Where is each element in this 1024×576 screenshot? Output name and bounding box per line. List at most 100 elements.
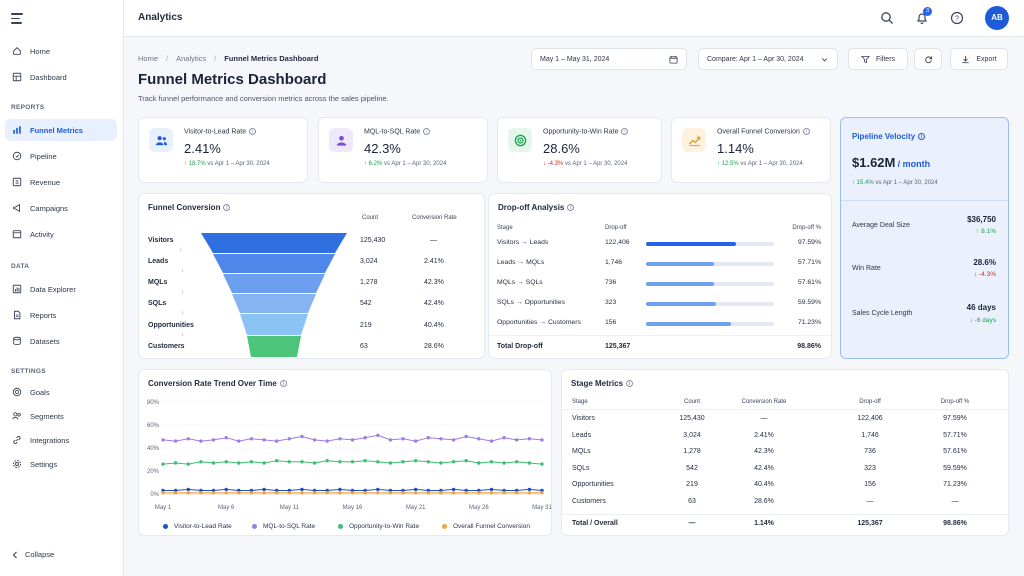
- data-point: [237, 491, 241, 495]
- sidebar-item-activity[interactable]: Activity: [5, 223, 117, 245]
- card-title: Stage Metrics i: [571, 379, 634, 388]
- legend-item[interactable]: Opportunity-to-Win Rate: [338, 523, 419, 530]
- sidebar-item-home[interactable]: Home: [5, 40, 117, 62]
- sidebar-item-funnel-metrics[interactable]: Funnel Metrics: [5, 119, 117, 141]
- funnel-count: 542: [360, 300, 372, 307]
- data-point: [350, 438, 355, 442]
- dropoff-bar-fill: [646, 322, 731, 326]
- x-tick-label: May 26: [469, 505, 489, 511]
- x-tick-label: May 21: [406, 505, 426, 511]
- info-icon[interactable]: i: [223, 204, 231, 212]
- total-dropoff-pct: 98.86%: [797, 343, 821, 350]
- dropoff-count: 736: [605, 279, 617, 286]
- velocity-title: Pipeline Velocity i: [852, 132, 926, 141]
- svg-text:$: $: [15, 180, 19, 186]
- search-icon[interactable]: [880, 11, 894, 25]
- info-icon[interactable]: i: [423, 128, 431, 135]
- info-icon[interactable]: i: [626, 380, 634, 388]
- dropoff-pct: 97.59%: [797, 239, 821, 246]
- table-cell: —: [760, 415, 768, 422]
- table-cell: SQLs: [572, 464, 590, 472]
- metric-label: Average Deal Size: [852, 222, 910, 229]
- table-cell: 71.23%: [943, 481, 967, 489]
- info-icon[interactable]: i: [249, 128, 257, 135]
- dashboard-icon: [12, 72, 22, 82]
- data-point: [363, 459, 367, 463]
- legend-item[interactable]: Overall Funnel Conversion: [442, 523, 530, 530]
- data-point: [249, 437, 254, 441]
- velocity-unit: / month: [897, 159, 931, 169]
- total-dropoff-label: Total Drop-off: [497, 343, 543, 350]
- sidebar-item-goals[interactable]: Goals: [5, 381, 117, 403]
- sidebar-item-label: Revenue: [30, 177, 61, 187]
- data-point: [376, 460, 380, 464]
- info-icon[interactable]: i: [567, 204, 575, 212]
- table-cell: 122,406: [857, 415, 883, 422]
- data-point: [300, 434, 304, 439]
- sidebar-item-pipeline[interactable]: Pipeline: [5, 145, 117, 167]
- column-header: Conversion Rate: [741, 399, 787, 405]
- legend-swatch: [252, 524, 257, 529]
- kpi-icon-box: [329, 128, 353, 152]
- y-tick-label: 80%: [147, 400, 160, 406]
- data-point: [451, 491, 456, 495]
- export-button[interactable]: Export: [950, 48, 1008, 70]
- sidebar-item-integrations[interactable]: Integrations: [5, 429, 117, 451]
- total-cell: Total / Overall: [572, 520, 618, 527]
- data-point: [439, 437, 443, 441]
- info-icon[interactable]: i: [918, 133, 926, 141]
- sidebar-item-label: Pipeline: [30, 151, 57, 161]
- velocity-value: $1.62M: [852, 155, 896, 170]
- kpi-icon-box: [682, 128, 706, 152]
- help-icon[interactable]: ?: [950, 11, 964, 25]
- data-point: [211, 461, 216, 465]
- dropoff-stage: SQLs → Opportunities: [497, 299, 565, 306]
- column-header: Count: [683, 399, 700, 405]
- kpi-value: 1.14%: [717, 141, 754, 156]
- data-point: [186, 437, 190, 441]
- date-range-picker[interactable]: May 1 – May 31, 2024: [531, 48, 687, 70]
- sidebar-item-dashboard[interactable]: Dashboard: [5, 66, 117, 88]
- info-icon[interactable]: i: [802, 128, 810, 135]
- column-header: Drop-off: [605, 225, 627, 231]
- sidebar-item-segments[interactable]: Segments: [5, 405, 117, 427]
- funnel-conversion-card: Funnel Conversion i Count Conversion Rate…: [138, 193, 485, 359]
- data-point: [211, 438, 216, 442]
- hamburger-menu-icon[interactable]: [11, 13, 23, 24]
- avatar[interactable]: AB: [985, 6, 1009, 30]
- sidebar-item-settings[interactable]: Settings: [5, 453, 117, 475]
- sidebar-item-revenue[interactable]: $ Revenue: [5, 171, 117, 193]
- dropoff-count: 1,746: [605, 259, 623, 266]
- y-tick-label: 0%: [150, 492, 159, 498]
- kpi-value: 28.6%: [543, 141, 580, 156]
- legend-item[interactable]: MQL-to-SQL Rate: [252, 523, 315, 530]
- filters-button[interactable]: Filters: [848, 48, 908, 70]
- info-icon[interactable]: i: [621, 128, 629, 135]
- column-header: Stage: [497, 225, 513, 231]
- sidebar-item-data-explorer[interactable]: Data Explorer: [5, 278, 117, 300]
- data-point: [540, 438, 544, 442]
- sidebar-item-reports[interactable]: Reports: [5, 304, 117, 326]
- data-point: [502, 436, 506, 440]
- refresh-button[interactable]: [914, 48, 942, 70]
- breadcrumb-analytics[interactable]: Analytics: [176, 54, 206, 63]
- data-point: [262, 491, 266, 495]
- table-cell: 57.61%: [943, 448, 967, 456]
- data-point: [186, 487, 190, 492]
- collapse-button[interactable]: Collapse: [11, 550, 54, 559]
- funnel-count: 125,430: [360, 237, 386, 244]
- data-point: [502, 461, 506, 465]
- data-point: [338, 460, 342, 464]
- sidebar-section-data: DATA: [11, 263, 30, 270]
- sidebar-item-campaigns[interactable]: Campaigns: [5, 197, 117, 219]
- kpi-card-opportunity-to-win: Opportunity-to-Win Rate i 28.6% ↓ -4.3% v…: [497, 117, 662, 183]
- pipeline-icon: [12, 151, 22, 161]
- compare-dropdown[interactable]: Compare: Apr 1 – Apr 30, 2024: [698, 48, 838, 70]
- data-point: [515, 438, 519, 442]
- download-icon: [962, 55, 970, 63]
- breadcrumb-home[interactable]: Home: [138, 54, 158, 63]
- sidebar-item-datasets[interactable]: Datasets: [5, 330, 117, 352]
- divider: [841, 200, 1008, 201]
- legend-item[interactable]: Visitor-to-Lead Rate: [163, 523, 232, 530]
- data-point: [489, 491, 494, 495]
